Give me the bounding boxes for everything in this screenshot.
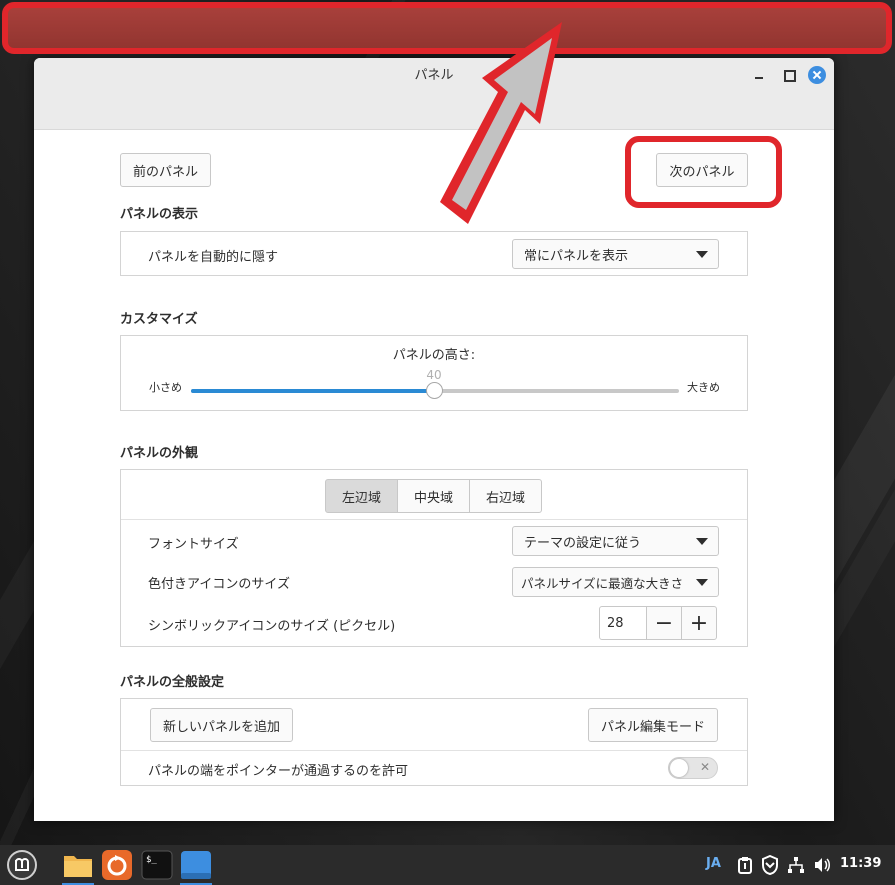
volume-icon[interactable] [813, 856, 831, 874]
minimize-icon[interactable] [750, 66, 768, 84]
tab-left-zone[interactable]: 左辺域 [325, 479, 398, 513]
divider [121, 519, 747, 520]
color-icon-size-label: 色付きアイコンのサイズ [148, 577, 290, 592]
switch-knob [670, 759, 688, 777]
network-icon[interactable] [787, 856, 805, 874]
chevron-down-icon [696, 538, 708, 545]
pointer-pass-label: パネルの端をポインターが通過するのを許可 [148, 764, 409, 779]
section-title-general: パネルの全般設定 [120, 675, 225, 690]
color-icon-size-value: パネルサイズに最適な大きさ [521, 575, 684, 591]
appearance-box: 左辺域 中央域 右辺域 フォントサイズ テーマの設定に従う 色付きアイコンのサイ… [120, 469, 748, 647]
tab-center-zone[interactable]: 中央域 [397, 479, 470, 513]
close-icon: ✕ [699, 760, 710, 774]
svg-text:$_: $_ [146, 855, 157, 865]
panel-height-value: 40 [426, 368, 442, 382]
slider-handle[interactable] [426, 382, 443, 399]
panel-edit-mode-button[interactable]: パネル編集モード [588, 708, 718, 742]
maximize-icon[interactable] [780, 66, 798, 84]
general-box: 新しいパネルを追加 パネル編集モード パネルの端をポインターが通過するのを許可 … [120, 698, 748, 786]
keyboard-layout-indicator[interactable]: JA [706, 856, 721, 871]
customize-box: パネルの高さ: 40 小さめ 大きめ [120, 335, 748, 411]
display-box: パネルを自動的に隠す 常にパネルを表示 [120, 231, 748, 276]
file-manager-icon[interactable] [62, 849, 94, 885]
update-manager-icon[interactable] [101, 849, 133, 881]
prev-panel-button[interactable]: 前のパネル [120, 153, 211, 187]
terminal-icon[interactable]: $_ [141, 849, 173, 881]
decrement-button[interactable]: − [646, 606, 682, 640]
pointer-pass-switch[interactable]: ✕ [668, 757, 718, 779]
autohide-combo[interactable]: 常にパネルを表示 [512, 239, 719, 269]
font-size-value: テーマの設定に従う [524, 535, 642, 551]
add-panel-button[interactable]: 新しいパネルを追加 [150, 708, 293, 742]
mint-menu-icon[interactable] [6, 849, 38, 881]
next-panel-highlight [625, 136, 782, 208]
slider-fill [191, 389, 434, 393]
autohide-value: 常にパネルを表示 [524, 248, 629, 264]
slider-max-label: 大きめ [687, 381, 720, 394]
font-size-label: フォントサイズ [148, 537, 239, 552]
font-size-combo[interactable]: テーマの設定に従う [512, 526, 719, 556]
clock[interactable]: 11:39 [840, 856, 881, 871]
chevron-down-icon [696, 251, 708, 258]
panel-height-label: パネルの高さ: [392, 348, 476, 363]
clipboard-icon[interactable] [736, 856, 754, 874]
tab-right-zone[interactable]: 右辺域 [469, 479, 542, 513]
chevron-down-icon [696, 579, 708, 586]
shield-icon[interactable] [761, 854, 779, 876]
section-title-display: パネルの表示 [120, 207, 199, 222]
slider-min-label: 小さめ [149, 381, 182, 394]
close-icon[interactable] [808, 66, 826, 84]
panel-height-slider[interactable] [191, 382, 679, 399]
increment-button[interactable]: + [681, 606, 717, 640]
symbolic-icon-size-input[interactable]: 28 [599, 606, 647, 640]
arrow-pointer-icon [440, 22, 562, 224]
divider [121, 750, 747, 751]
symbolic-icon-size-label: シンボリックアイコンのサイズ (ピクセル) [148, 619, 396, 634]
settings-window-icon[interactable] [180, 849, 212, 885]
taskbar: $_ JA 11:39 [0, 845, 895, 885]
autohide-label: パネルを自動的に隠す [148, 250, 279, 265]
section-title-appearance: パネルの外観 [120, 446, 199, 461]
section-title-customize: カスタマイズ [120, 312, 198, 327]
color-icon-size-combo[interactable]: パネルサイズに最適な大きさ [512, 567, 719, 597]
